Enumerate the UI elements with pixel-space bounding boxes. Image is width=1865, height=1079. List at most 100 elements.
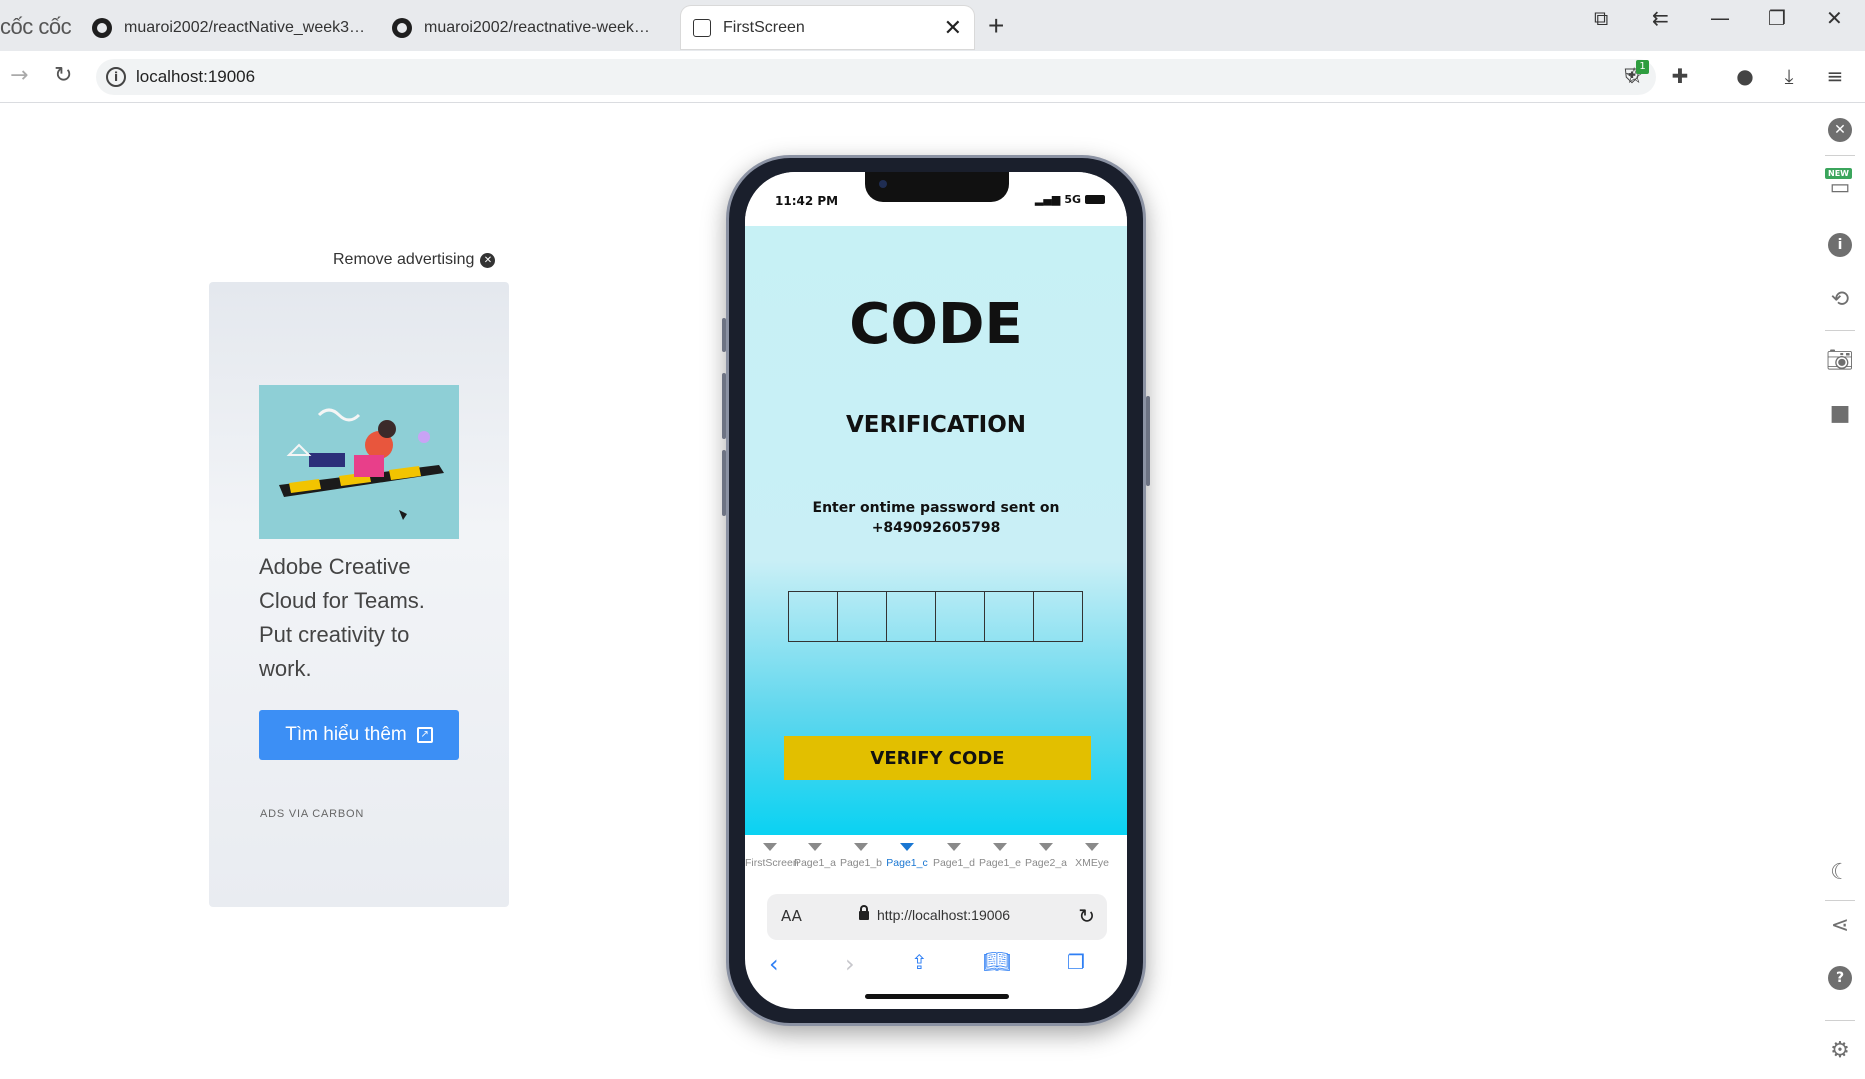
tab-page1-b[interactable]: Page1_b [836,843,886,869]
tab-page1-c[interactable]: Page1_c [882,843,932,869]
battery-icon [1085,195,1105,204]
tab-xmeye[interactable]: XMEye [1067,843,1117,869]
text-size-button[interactable]: AA [781,907,802,925]
tab-label: Page2_a [1024,857,1068,869]
divider [1825,900,1855,901]
back-history-icon[interactable]: ⇇ [1652,6,1669,30]
phone-side-button [722,318,726,352]
dark-mode-icon[interactable]: ☾ [1825,857,1855,887]
ads-via-carbon-link[interactable]: ADS VIA CARBON [260,808,364,820]
external-link-icon: ↗ [416,727,433,743]
close-icon[interactable]: ✕ [1825,115,1855,145]
minimize-button[interactable]: — [1710,6,1730,30]
responsive-icon[interactable]: NEW ▭ [1825,168,1855,202]
safari-url[interactable]: http://localhost:19006 [877,907,1010,923]
verify-code-button[interactable]: VERIFY CODE [784,736,1091,780]
otp-digit-2[interactable] [837,591,887,642]
profile-avatar[interactable]: ● [1733,64,1757,88]
safari-reload-icon[interactable]: ↻ [1078,904,1095,928]
restore-button[interactable]: ❐ [1768,6,1786,30]
ad-cta-label: Tìm hiểu thêm [285,724,407,745]
browser-logo: cốc cốc [0,14,72,39]
camera-icon[interactable]: 📷︎ [1825,345,1855,375]
address-toolbar: → ↻ i localhost:19006 ☆ ⛨ 1 ✚ ● ⤓ ≡ [0,51,1865,103]
safari-forward-icon[interactable]: › [845,950,855,978]
safari-back-icon[interactable]: ‹ [769,950,779,978]
ad-headline[interactable]: Adobe Creative Cloud for Teams. Put crea… [259,550,459,686]
otp-digit-3[interactable] [886,591,936,642]
safari-share-icon[interactable]: ⇪ [911,950,928,974]
phone-screen: 11:42 PM ▂▄▆ 5G CODE VERIFICATION Enter … [745,172,1127,1009]
site-info-icon[interactable]: i [106,67,126,87]
status-time: 11:42 PM [775,194,839,208]
close-circle-icon: ✕ [480,252,496,268]
browser-tab-active[interactable]: FirstScreen ✕ [681,6,974,49]
address-url[interactable]: localhost:19006 [136,67,255,87]
close-tab-icon[interactable]: ✕ [944,15,962,41]
safari-toolbar: ‹ › ⇪ 📖︎ ❐ [745,948,1127,988]
new-tab-button[interactable]: + [988,10,1004,42]
safari-bookmarks-icon[interactable]: 📖︎ [983,950,1011,975]
chevron-down-icon [900,843,914,851]
otp-digit-4[interactable] [935,591,985,642]
tab-label: Page1_e [978,857,1022,869]
safari-tabs-icon[interactable]: ❐ [1067,950,1085,974]
chevron-down-icon [947,843,961,851]
tab-label: Page1_c [886,857,928,869]
video-icon[interactable]: ■ [1825,398,1855,428]
tab-page1-a[interactable]: Page1_a [790,843,840,869]
expo-icon [693,18,711,37]
devtools-sidebar: ✕ NEW ▭ i ⟲ 📷︎ ■ ☾ ⋖ ? ⚙ [1815,110,1865,1079]
phone-volume-up [722,373,726,439]
share-icon[interactable]: ⋖ [1825,910,1855,940]
app-tab-navigator: FirstScreen Page1_a Page1_b Page1_c Page… [745,835,1127,885]
ad-cta-button[interactable]: Tìm hiểu thêm ↗ [259,710,459,760]
tab-page1-d[interactable]: Page1_d [929,843,979,869]
reload-icon[interactable]: ↻ [54,63,72,88]
status-indicators: ▂▄▆ 5G [1035,193,1105,206]
address-field[interactable]: i localhost:19006 ☆ [96,59,1656,95]
tab-label: Page1_a [793,857,837,869]
phone-frame: 11:42 PM ▂▄▆ 5G CODE VERIFICATION Enter … [722,155,1150,1026]
download-icon[interactable]: ⤓ [1777,64,1801,88]
ad-card[interactable]: Adobe Creative Cloud for Teams. Put crea… [209,282,509,907]
signal-icon: ▂▄▆ [1034,193,1061,206]
tab-page1-e[interactable]: Page1_e [975,843,1025,869]
otp-instruction: Enter ontime password sent on +849092605… [812,500,1060,536]
info-icon[interactable]: i [1825,230,1855,260]
otp-digit-6[interactable] [1033,591,1083,642]
close-window-button[interactable]: ✕ [1826,6,1843,30]
tab-page2-a[interactable]: Page2_a [1021,843,1071,869]
otp-digit-1[interactable] [788,591,838,642]
extensions-icon[interactable]: ✚ [1668,64,1692,88]
phone-power-button [1146,396,1150,486]
divider [1825,330,1855,331]
settings-icon[interactable]: ⚙ [1825,1035,1855,1065]
browser-tab-bar: cốc cốc muaroi2002/reactNative_week3: la… [0,0,1865,51]
help-icon[interactable]: ? [1825,963,1855,993]
adblock-count-badge: 1 [1636,60,1649,74]
remove-advertising-link[interactable]: Remove advertising ✕ [333,251,496,269]
tab-firstscreen[interactable]: FirstScreen [745,843,799,869]
new-badge: NEW [1825,168,1852,179]
safari-address-bar[interactable]: AA http://localhost:19006 ↻ [767,894,1107,940]
phone-notch [865,172,1009,202]
browser-tab-1[interactable]: muaroi2002/reactNative_week3: lab [80,6,380,49]
tab-label: Page1_d [932,857,976,869]
tab-label: FirstScreen [745,857,799,869]
chevron-down-icon [808,843,822,851]
divider [1825,155,1855,156]
menu-icon[interactable]: ≡ [1823,64,1847,88]
rotate-icon[interactable]: ⟲ [1825,284,1855,314]
verification-title: VERIFICATION [846,412,1026,438]
otp-input-row [788,591,1083,642]
tab-label: XMEye [1075,857,1109,869]
ad-illustration[interactable] [259,385,459,539]
verification-screen: CODE VERIFICATION Enter ontime password … [745,226,1127,835]
browser-tab-2[interactable]: muaroi2002/reactnative-week2: wee [380,6,670,49]
tab-label: Page1_b [839,857,883,869]
screen-search-icon[interactable]: ⧉ [1594,6,1608,30]
forward-icon[interactable]: → [10,63,28,88]
divider [1825,1020,1855,1021]
otp-digit-5[interactable] [984,591,1034,642]
